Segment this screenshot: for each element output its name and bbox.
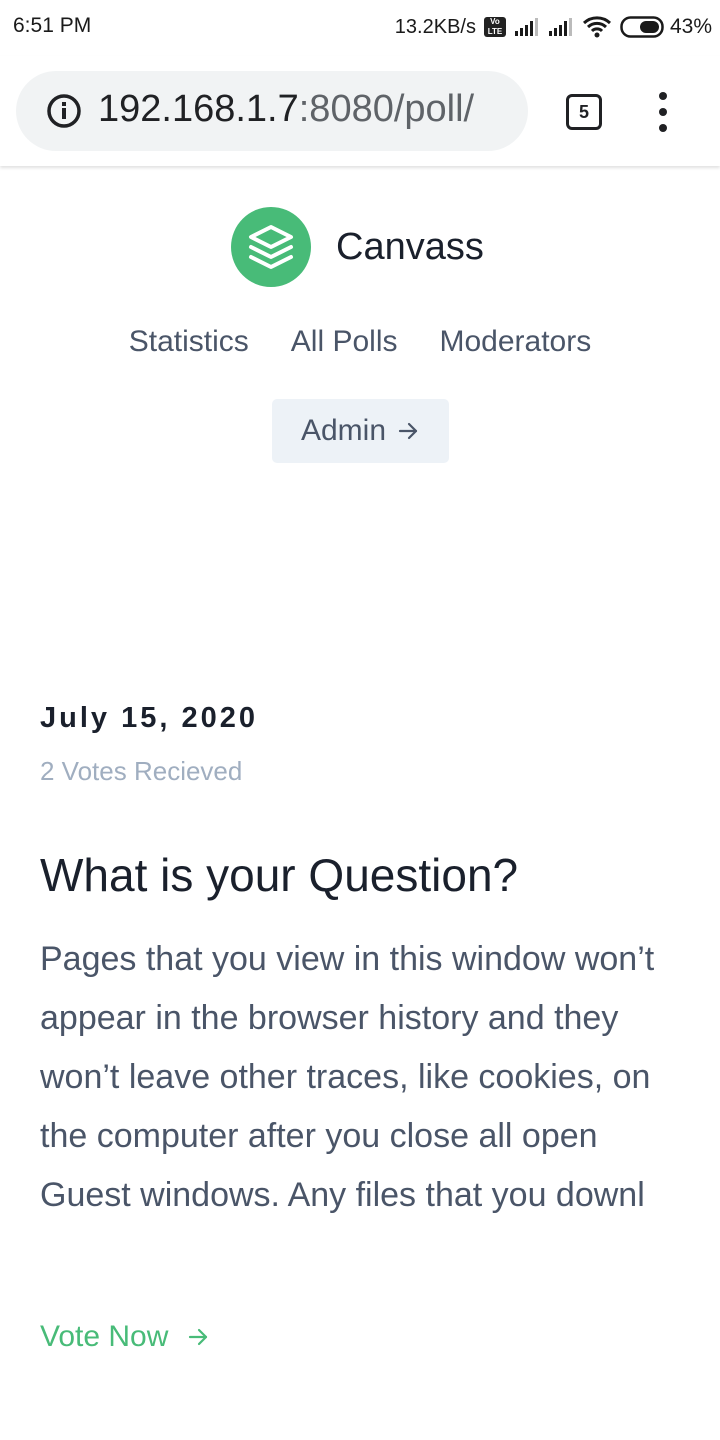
wifi-icon (582, 16, 611, 38)
url-host: 192.168.1.7 (98, 88, 299, 130)
layers-icon (231, 207, 311, 287)
vote-now-label: Vote Now (40, 1320, 169, 1353)
address-bar[interactable]: 192.168.1.7:8080/poll/ (16, 71, 528, 151)
poll-question[interactable]: What is your Question? (40, 848, 518, 902)
status-bar: 6:51 PM 13.2KB/s Vo LTE 43% (0, 0, 720, 56)
poll-votes: 2 Votes Recieved (40, 756, 243, 786)
brand[interactable]: Canvass (231, 207, 484, 287)
battery-indicator: 43% (620, 15, 712, 39)
vote-now-link[interactable]: Vote Now (40, 1320, 210, 1354)
nav-moderators[interactable]: Moderators (440, 325, 592, 359)
url-path: :8080/poll/ (298, 88, 475, 130)
poll-date: July 15, 2020 (40, 702, 258, 734)
battery-percent: 43% (669, 15, 712, 38)
admin-button[interactable]: Admin (272, 399, 449, 463)
nav-statistics[interactable]: Statistics (129, 325, 249, 359)
status-time: 6:51 PM (13, 14, 92, 37)
brand-name: Canvass (336, 225, 484, 268)
more-vert-icon[interactable] (650, 92, 678, 132)
arrow-right-icon (398, 422, 418, 440)
signal-icon (548, 18, 572, 36)
arrow-right-icon (189, 1328, 208, 1346)
volte-icon: Vo LTE (483, 17, 506, 37)
main-nav: Statistics All Polls Moderators (0, 325, 720, 359)
admin-label: Admin (300, 414, 387, 447)
nav-all-polls[interactable]: All Polls (291, 325, 398, 359)
url-text[interactable]: 192.168.1.7:8080/poll/ (98, 88, 474, 131)
signal-icon (514, 18, 538, 36)
browser-toolbar: 192.168.1.7:8080/poll/ 5 (0, 56, 720, 166)
poll-description: Pages that you view in this window won’t… (40, 940, 655, 1214)
status-icons: 13.2KB/s Vo LTE 43% (395, 12, 712, 42)
battery-icon (620, 16, 664, 38)
tabs-icon[interactable]: 5 (566, 94, 602, 130)
network-speed: 13.2KB/s (394, 15, 476, 38)
info-icon[interactable] (46, 93, 82, 129)
